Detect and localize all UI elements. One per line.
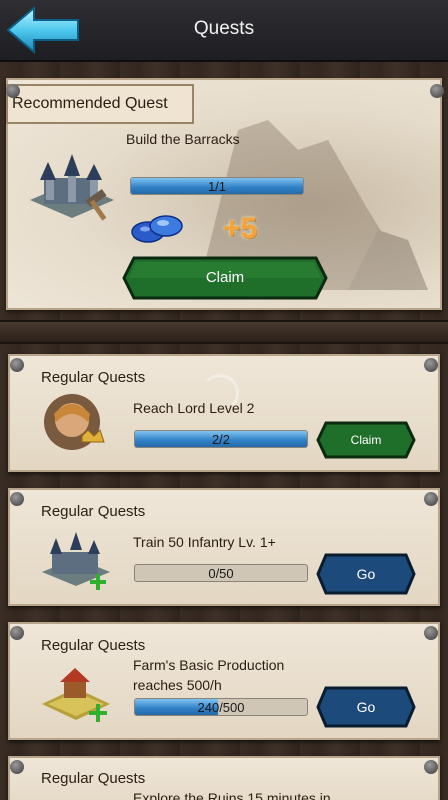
quest-heading: Regular Quests xyxy=(41,637,146,654)
pin-icon xyxy=(10,358,24,372)
quest-heading: Regular Quests xyxy=(41,770,146,787)
recommended-quest-label: Recommended Quest xyxy=(6,84,194,124)
castle-upgrade-icon xyxy=(24,148,120,226)
pin-icon xyxy=(430,84,444,98)
claim-button[interactable]: Claim xyxy=(122,256,328,300)
pin-icon xyxy=(6,84,20,98)
progress-text: 1/1 xyxy=(207,179,227,194)
recommended-progress-bar: 1/1 xyxy=(130,177,304,195)
go-button-label: Go xyxy=(356,699,376,715)
pin-icon xyxy=(10,492,24,506)
pin-icon xyxy=(10,626,24,640)
lord-portrait-icon xyxy=(42,392,108,454)
progress-text: 0/50 xyxy=(208,566,234,581)
sapphire-gems-icon xyxy=(130,210,186,246)
quest-progress-bar: 0/50 xyxy=(134,564,308,582)
pin-icon xyxy=(424,492,438,506)
farm-upgrade-icon xyxy=(38,664,114,726)
top-bar: Quests xyxy=(0,0,448,62)
reward-amount: +5 xyxy=(223,212,258,245)
go-button-label: Go xyxy=(356,566,376,582)
quest-heading: Regular Quests xyxy=(41,503,146,520)
progress-text: 2/2 xyxy=(211,432,231,447)
quest-heading: Regular Quests xyxy=(41,369,146,386)
quest-title-line-2: reaches 500/h xyxy=(133,677,222,693)
page-title: Quests xyxy=(193,18,255,39)
pin-icon xyxy=(424,760,438,774)
section-divider xyxy=(0,320,448,344)
go-button[interactable]: Go xyxy=(316,553,416,595)
claim-button-label: Claim xyxy=(350,433,382,447)
quest-progress-bar: 2/2 xyxy=(134,430,308,448)
loading-spinner-icon xyxy=(201,374,239,412)
claim-button-label: Claim xyxy=(205,269,245,286)
quest-title-line-1: Farm's Basic Production xyxy=(133,657,285,673)
quest-progress-bar: 240/500 xyxy=(134,698,308,716)
quest-title: Train 50 Infantry Lv. 1+ xyxy=(133,534,276,550)
pin-icon xyxy=(424,626,438,640)
pin-icon xyxy=(10,760,24,774)
progress-text: 240/500 xyxy=(197,700,245,715)
go-button[interactable]: Go xyxy=(316,686,416,728)
quest-title: Explore the Ruins 15 minutes in xyxy=(133,790,331,800)
pin-icon xyxy=(424,358,438,372)
claim-button[interactable]: Claim xyxy=(316,421,416,459)
castle-upgrade-icon xyxy=(38,528,114,592)
recommended-quest-title: Build the Barracks xyxy=(126,131,240,147)
